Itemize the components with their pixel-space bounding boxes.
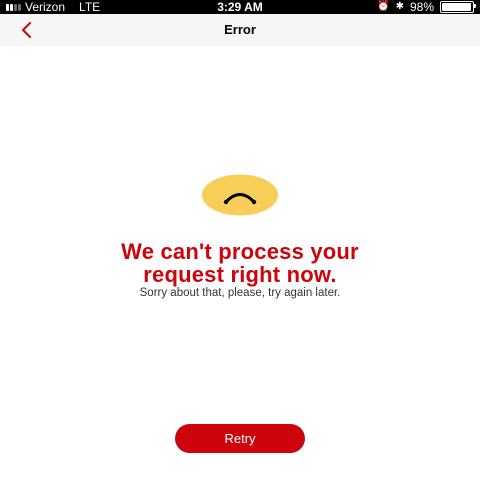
page-title: Error <box>224 22 256 37</box>
error-headline: We can't process your request right now. <box>0 240 480 286</box>
battery-percent: 98% <box>409 0 434 14</box>
alarm-icon: ⏰ <box>377 1 390 12</box>
navigation-bar: Error <box>0 14 480 46</box>
status-right: ⏰ ✱ 98% <box>377 0 476 14</box>
error-headline-line-1: We can't process your <box>121 239 359 264</box>
error-headline-line-2: request right now. <box>143 262 337 287</box>
status-bar: Verizon LTE 3:29 AM ⏰ ✱ 98% <box>0 0 480 14</box>
sad-face-icon <box>202 174 278 216</box>
battery-level <box>442 3 472 11</box>
battery-icon <box>440 1 476 13</box>
bluetooth-icon: ✱ <box>395 1 404 12</box>
error-message: Sorry about that, please, try again late… <box>139 287 341 299</box>
retry-button[interactable]: Retry <box>175 424 305 453</box>
